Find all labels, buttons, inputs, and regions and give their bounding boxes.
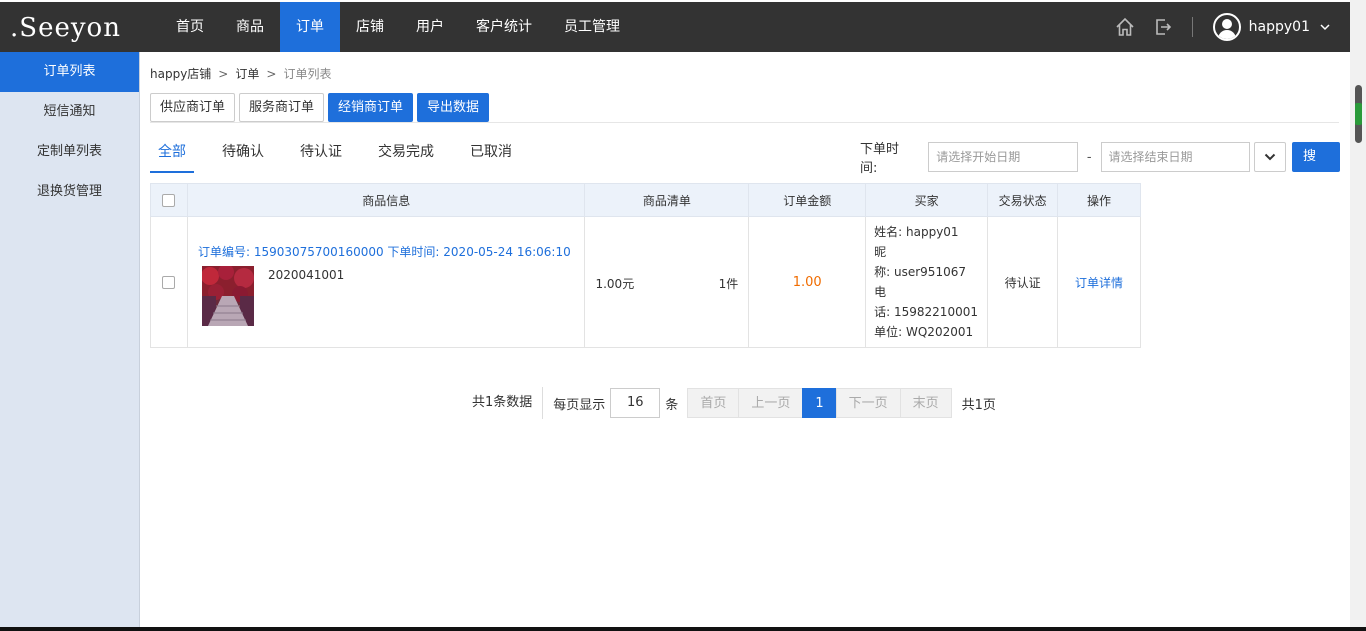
- page-size-unit: 条: [665, 397, 679, 413]
- breadcrumb-current: 订单列表: [283, 67, 332, 81]
- nav-item-customer-stats[interactable]: 客户统计: [460, 2, 548, 52]
- buyer-name: 姓名: happy01: [874, 225, 959, 239]
- tab-cancelled[interactable]: 已取消: [462, 132, 520, 173]
- vertical-scrollbar[interactable]: [1350, 0, 1366, 631]
- breadcrumb-orders[interactable]: 订单: [235, 67, 259, 81]
- column-header: 订单金额: [748, 183, 867, 217]
- page-size-label: 每页显示: [553, 397, 606, 413]
- column-header: 买家: [865, 183, 989, 217]
- status-tabs: 全部 待确认 待认证 交易完成 已取消: [150, 132, 540, 173]
- end-date-input[interactable]: 请选择结束日期: [1100, 142, 1251, 172]
- select-all-checkbox[interactable]: [162, 193, 176, 207]
- column-header: 操作: [1057, 183, 1141, 217]
- tab-completed[interactable]: 交易完成: [370, 132, 442, 173]
- order-detail-link[interactable]: 订单详情: [1057, 216, 1141, 348]
- select-all-header: [150, 183, 188, 217]
- buyer-nickname: 称: user951067: [874, 265, 966, 279]
- dealer-orders-button[interactable]: 经销商订单: [328, 93, 414, 122]
- prev-page-button[interactable]: 上一页: [738, 388, 804, 418]
- supplier-orders-button[interactable]: 供应商订单: [150, 93, 236, 122]
- home-icon[interactable]: [1114, 16, 1136, 38]
- unit-price: 1.00元: [595, 277, 635, 291]
- last-page-button[interactable]: 末页: [899, 388, 952, 418]
- pagination: 共1条数据 每页显示 16 条 首页 上一页 1 下一页 末页 共1页: [472, 387, 996, 419]
- buyer-nickname-prefix: 昵: [874, 245, 887, 259]
- row-select-cell: [150, 216, 188, 348]
- window-bottom-edge: [0, 627, 1366, 631]
- breadcrumb: happy店铺 > 订单 > 订单列表: [150, 65, 331, 82]
- nav-item-orders[interactable]: 订单: [280, 2, 340, 52]
- sidebar: 订单列表 短信通知 定制单列表 退换货管理: [0, 52, 140, 631]
- divider: [150, 122, 1339, 123]
- avatar[interactable]: [1212, 13, 1241, 41]
- chevron-down-icon[interactable]: [1320, 21, 1330, 34]
- order-amount: 1.00: [748, 216, 867, 348]
- sidebar-item-sms[interactable]: 短信通知: [0, 92, 139, 132]
- chevron-down-icon[interactable]: [1254, 142, 1287, 172]
- sidebar-item-custom-orders[interactable]: 定制单列表: [0, 132, 139, 172]
- username[interactable]: happy01: [1249, 19, 1310, 35]
- orders-table: 商品信息 商品清单 订单金额 买家 交易状态 操作 订单编号: 15903075…: [150, 183, 1141, 348]
- logout-icon[interactable]: [1152, 16, 1174, 38]
- page-size-input[interactable]: 16: [610, 388, 661, 418]
- column-header: 商品清单: [584, 183, 750, 217]
- buyer-phone-prefix: 电: [874, 285, 887, 299]
- service-orders-button[interactable]: 服务商订单: [239, 93, 325, 122]
- date-dash: -: [1086, 149, 1092, 165]
- breadcrumb-separator: >: [218, 67, 229, 81]
- buyer-company: 单位: WQ202001: [874, 325, 974, 339]
- product-code: 2020041001: [267, 268, 345, 282]
- scrollbar-thumb[interactable]: [1355, 85, 1362, 143]
- search-button[interactable]: 搜索: [1292, 142, 1340, 194]
- order-type-buttons: 供应商订单 服务商订单 经销商订单 导出数据: [150, 93, 493, 122]
- top-navbar: .Seeyon 首页 商品 订单 店铺 用户 客户统计 员工管理 happy01: [0, 2, 1350, 52]
- start-date-input[interactable]: 请选择开始日期: [928, 142, 1078, 172]
- buyer-info-cell: 姓名: happy01 昵 称: user951067 电 话: 1598221…: [865, 216, 989, 348]
- product-thumbnail[interactable]: [201, 266, 254, 326]
- quantity: 1件: [718, 277, 739, 291]
- filter-label: 下单时间:: [860, 142, 900, 176]
- next-page-button[interactable]: 下一页: [835, 388, 901, 418]
- breadcrumb-shop[interactable]: happy店铺: [150, 67, 211, 81]
- buyer-phone: 话: 15982210001: [874, 305, 978, 319]
- row-checkbox[interactable]: [162, 275, 176, 289]
- nav-item-shop[interactable]: 店铺: [340, 2, 400, 52]
- breadcrumb-separator: >: [266, 67, 277, 81]
- sidebar-item-order-list[interactable]: 订单列表: [0, 52, 139, 92]
- total-pages: 共1页: [961, 397, 996, 413]
- first-page-button[interactable]: 首页: [687, 388, 740, 418]
- column-header: 商品信息: [186, 183, 586, 217]
- column-header: 交易状态: [987, 183, 1059, 217]
- sidebar-item-returns[interactable]: 退换货管理: [0, 172, 139, 212]
- seeyon-logo[interactable]: .Seeyon: [10, 11, 120, 45]
- order-number-time[interactable]: 订单编号: 15903075700160000 下单时间: 2020-05-24…: [198, 243, 571, 260]
- table-row: 订单编号: 15903075700160000 下单时间: 2020-05-24…: [150, 216, 1141, 348]
- divider: [1191, 17, 1193, 37]
- tab-all[interactable]: 全部: [150, 132, 194, 173]
- date-filter: 下单时间: 请选择开始日期 - 请选择结束日期 搜索: [860, 138, 1340, 194]
- nav-item-goods[interactable]: 商品: [220, 2, 280, 52]
- goods-info-cell: 订单编号: 15903075700160000 下单时间: 2020-05-24…: [186, 216, 586, 348]
- export-data-button[interactable]: 导出数据: [417, 93, 490, 122]
- total-count: 共1条数据: [472, 387, 544, 419]
- user-area: happy01: [1098, 2, 1330, 52]
- status-badge: 待认证: [987, 216, 1059, 348]
- tab-pending-verify[interactable]: 待认证: [292, 132, 350, 173]
- tab-pending-confirm[interactable]: 待确认: [214, 132, 272, 173]
- nav-item-staff[interactable]: 员工管理: [548, 2, 636, 52]
- nav-item-users[interactable]: 用户: [400, 2, 460, 52]
- nav-item-home[interactable]: 首页: [160, 2, 220, 52]
- goods-list-cell: 1.00元 1件: [584, 216, 750, 348]
- main-nav: 首页 商品 订单 店铺 用户 客户统计 员工管理: [160, 2, 636, 52]
- current-page-button[interactable]: 1: [802, 388, 837, 418]
